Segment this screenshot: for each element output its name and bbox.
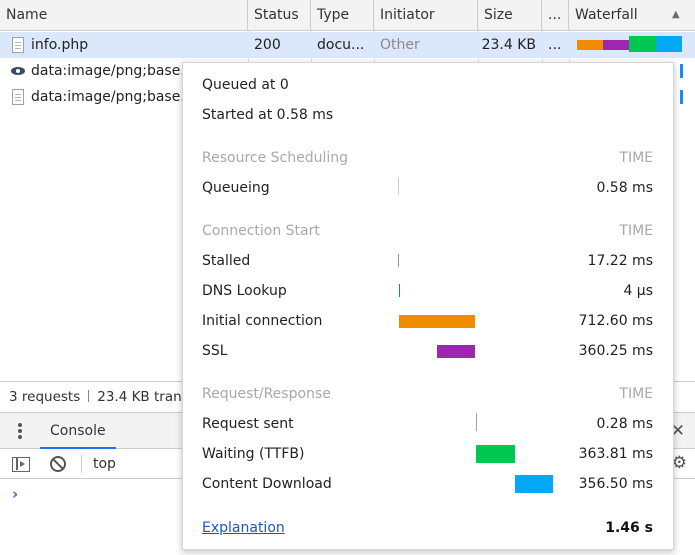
timing-value: 17.22 ms <box>587 253 653 269</box>
stalled-bar <box>398 254 399 267</box>
toolbar-divider <box>81 455 82 473</box>
clear-console-icon[interactable] <box>50 456 66 472</box>
request-initiator: Other <box>380 37 420 53</box>
more-tools-icon[interactable] <box>18 423 22 441</box>
timing-value: 0.28 ms <box>596 416 653 432</box>
sort-up-icon[interactable]: ▲ <box>672 0 680 30</box>
timing-label: Waiting (TTFB) <box>202 446 305 462</box>
initial-connection-bar <box>399 315 475 328</box>
gear-icon[interactable]: ⚙ <box>672 453 687 473</box>
waterfall-ttfb-bar <box>629 36 656 52</box>
divider <box>88 390 90 402</box>
request-name: info.php <box>31 37 89 53</box>
document-icon <box>12 37 24 53</box>
console-prompt[interactable]: › <box>12 485 18 503</box>
section-title: Resource Scheduling <box>202 150 349 166</box>
request-count: 3 requests <box>9 389 81 405</box>
image-icon <box>11 67 25 75</box>
column-initiator[interactable]: Initiator <box>374 0 478 30</box>
queueing-bar <box>398 177 399 195</box>
total-time: 1.46 s <box>605 520 653 536</box>
timing-label: Request sent <box>202 416 294 432</box>
timing-label: Content Download <box>202 476 332 492</box>
section-title: Connection Start <box>202 223 320 239</box>
timing-label: DNS Lookup <box>202 283 287 299</box>
timing-popover: Queued at 0 Started at 0.58 ms Resource … <box>182 62 674 550</box>
timing-label: Initial connection <box>202 313 323 329</box>
request-size: 23.4 KB <box>481 37 536 53</box>
timing-value: 4 µs <box>623 283 653 299</box>
column-more[interactable]: ... <box>542 0 569 30</box>
show-sidebar-icon[interactable] <box>12 457 30 472</box>
tab-console[interactable]: Console <box>40 413 116 449</box>
section-title: Request/Response <box>202 386 331 402</box>
table-row[interactable]: info.php 200 docu... Other 23.4 KB ... <box>0 32 695 58</box>
time-header: TIME <box>619 223 653 239</box>
timing-label: Stalled <box>202 253 251 269</box>
ttfb-bar <box>476 445 515 463</box>
dns-bar <box>399 284 400 297</box>
request-type: docu... <box>317 37 365 53</box>
time-header: TIME <box>619 386 653 402</box>
queued-at: Queued at 0 <box>202 77 289 93</box>
request-status: 200 <box>254 37 281 53</box>
timing-value: 363.81 ms <box>578 446 653 462</box>
waterfall-ssl-bar <box>603 40 629 50</box>
timing-value: 712.60 ms <box>578 313 653 329</box>
timing-value: 0.58 ms <box>596 180 653 196</box>
column-size[interactable]: Size <box>478 0 542 30</box>
waterfall-tick <box>680 90 683 104</box>
column-status[interactable]: Status <box>248 0 311 30</box>
time-header: TIME <box>619 150 653 166</box>
timing-value: 360.25 ms <box>578 343 653 359</box>
waterfall-download-bar <box>656 36 682 52</box>
transferred-size: 23.4 KB trans <box>97 389 189 405</box>
document-icon <box>12 89 24 105</box>
request-more: ... <box>548 37 562 53</box>
explanation-link[interactable]: Explanation <box>202 520 285 536</box>
timing-label: SSL <box>202 343 228 359</box>
timing-label: Queueing <box>202 180 270 196</box>
column-type[interactable]: Type <box>311 0 374 30</box>
waterfall-tick <box>680 64 683 78</box>
ssl-bar <box>437 345 475 358</box>
started-at: Started at 0.58 ms <box>202 107 334 123</box>
table-header: Name Status Type Initiator Size ... Wate… <box>0 0 695 31</box>
timing-value: 356.50 ms <box>578 476 653 492</box>
content-download-bar <box>515 475 553 493</box>
context-selector[interactable]: top <box>93 449 116 479</box>
request-sent-bar <box>476 413 477 431</box>
waterfall-connect-bar <box>577 40 603 50</box>
column-name[interactable]: Name <box>0 0 248 30</box>
